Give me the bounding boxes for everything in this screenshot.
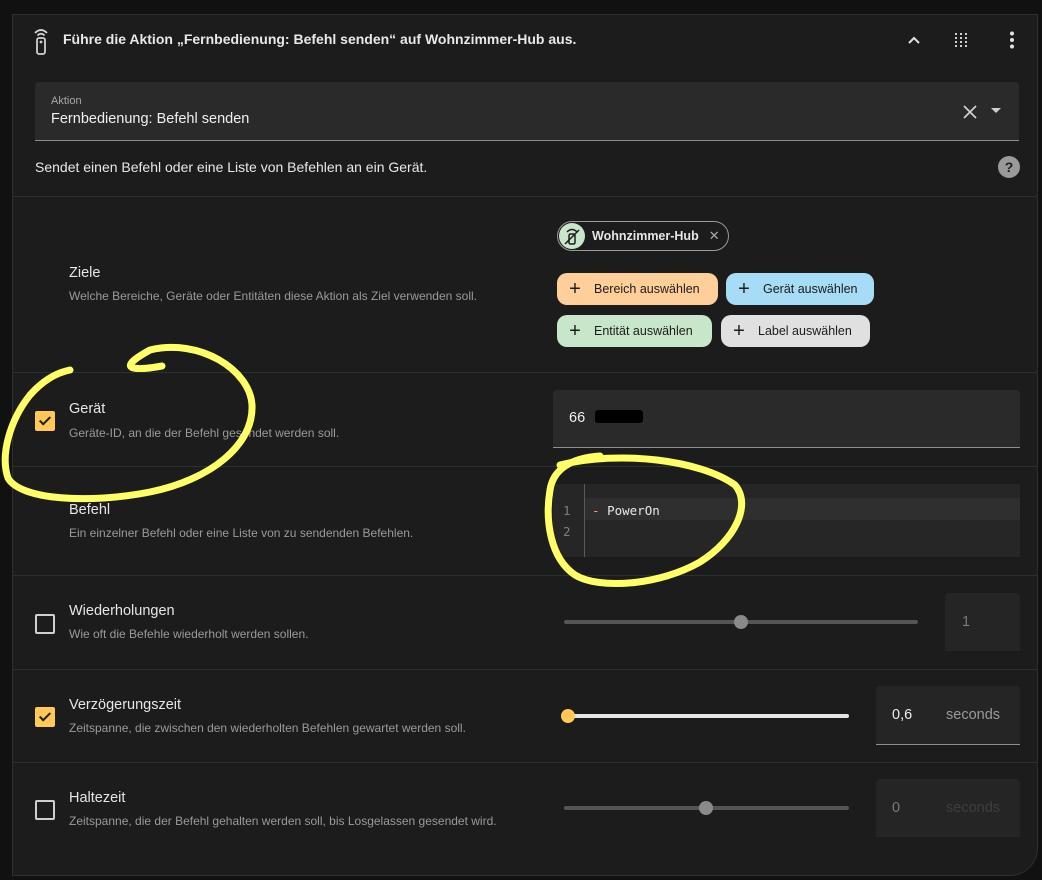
card-title: Führe die Aktion „Fernbedienung: Befehl … (63, 31, 577, 47)
select-device-button[interactable]: + Gerät auswählen (726, 273, 874, 305)
device-title: Gerät (69, 401, 106, 417)
command-title: Befehl (69, 502, 111, 518)
device-id-value: 66 (569, 410, 586, 426)
targets-subtitle: Welche Bereiche, Geräte oder Entitäten d… (69, 289, 477, 303)
select-entity-button[interactable]: + Entität auswählen (557, 315, 712, 347)
hold-title: Haltezeit (69, 790, 126, 806)
repeats-checkbox[interactable] (35, 614, 55, 634)
delay-number-input[interactable]: 0,6 seconds (876, 686, 1020, 745)
dropdown-caret-icon[interactable] (991, 108, 1001, 113)
close-icon[interactable]: ✕ (709, 228, 720, 244)
line-number: 1 (563, 503, 571, 518)
delay-checkbox[interactable] (35, 707, 55, 727)
select-label-label: Label auswählen (758, 324, 852, 338)
select-entity-label: Entität auswählen (594, 324, 693, 338)
divider (13, 196, 1037, 197)
hold-unit: seconds (946, 800, 1001, 816)
divider (13, 669, 1037, 670)
remote-icon (559, 223, 585, 249)
repeats-number-input[interactable]: 1 (945, 593, 1020, 651)
target-chip-label: Wohnzimmer-Hub (592, 229, 699, 243)
more-vert-icon (1010, 31, 1014, 49)
drag-handle[interactable] (948, 27, 974, 53)
help-icon[interactable]: ? (998, 156, 1020, 178)
plus-icon: + (569, 278, 581, 300)
action-card: Führe die Aktion „Fernbedienung: Befehl … (12, 14, 1038, 876)
command-value: PowerOn (607, 503, 660, 518)
repeats-value: 1 (962, 614, 971, 630)
command-subtitle: Ein einzelner Befehl oder eine Liste von… (69, 526, 414, 540)
clear-icon[interactable] (961, 103, 979, 121)
action-select[interactable]: Aktion Fernbedienung: Befehl senden (35, 82, 1019, 141)
hold-number-input[interactable]: 0 seconds (876, 779, 1020, 837)
drag-dots-icon (955, 33, 967, 47)
hold-checkbox[interactable] (35, 800, 55, 820)
select-area-label: Bereich auswählen (594, 282, 700, 296)
device-checkbox[interactable] (35, 411, 55, 431)
divider (13, 762, 1037, 763)
action-select-label: Aktion (51, 95, 82, 107)
targets-title: Ziele (69, 265, 101, 281)
plus-icon: + (733, 320, 745, 342)
chevron-up-icon (908, 36, 920, 44)
command-code-editor[interactable]: 1 2 - PowerOn (553, 484, 1020, 557)
delay-slider-track[interactable] (568, 714, 849, 718)
line-number: 2 (563, 524, 571, 539)
plus-icon: + (738, 278, 750, 300)
remote-icon (34, 29, 48, 55)
code-line: - PowerOn (592, 503, 660, 518)
select-area-button[interactable]: + Bereich auswählen (557, 273, 718, 305)
overflow-menu-button[interactable] (999, 27, 1025, 53)
collapse-button[interactable] (901, 27, 927, 53)
hold-subtitle: Zeitspanne, die der Befehl gehalten werd… (69, 814, 497, 828)
delay-title: Verzögerungszeit (69, 697, 182, 713)
delay-value: 0,6 (892, 707, 913, 723)
hold-value: 0 (892, 800, 901, 816)
delay-unit: seconds (946, 707, 1001, 723)
repeats-slider-thumb[interactable] (734, 615, 748, 629)
line-number-gutter: 1 2 (553, 484, 585, 557)
plus-icon: + (569, 320, 581, 342)
action-select-value: Fernbedienung: Befehl senden (51, 111, 250, 127)
redaction-bar (595, 410, 643, 423)
card-header[interactable]: Führe die Aktion „Fernbedienung: Befehl … (13, 15, 1037, 65)
yaml-dash: - (592, 503, 600, 518)
device-id-input[interactable]: 66 (553, 390, 1020, 448)
select-device-label: Gerät auswählen (763, 282, 858, 296)
action-description: Sendet einen Befehl oder eine Liste von … (35, 159, 428, 175)
target-chip-wohnzimmer-hub[interactable]: Wohnzimmer-Hub ✕ (557, 221, 729, 251)
divider (13, 575, 1037, 576)
device-subtitle: Geräte-ID, an die der Befehl gesendet we… (69, 426, 340, 440)
hold-slider-thumb[interactable] (699, 801, 713, 815)
divider (13, 466, 1037, 467)
delay-subtitle: Zeitspanne, die zwischen den wiederholte… (69, 721, 466, 735)
select-label-button[interactable]: + Label auswählen (721, 315, 870, 347)
repeats-title: Wiederholungen (69, 603, 175, 619)
delay-slider-thumb[interactable] (561, 709, 575, 723)
repeats-subtitle: Wie oft die Befehle wiederholt werden so… (69, 627, 309, 641)
divider (13, 372, 1037, 373)
